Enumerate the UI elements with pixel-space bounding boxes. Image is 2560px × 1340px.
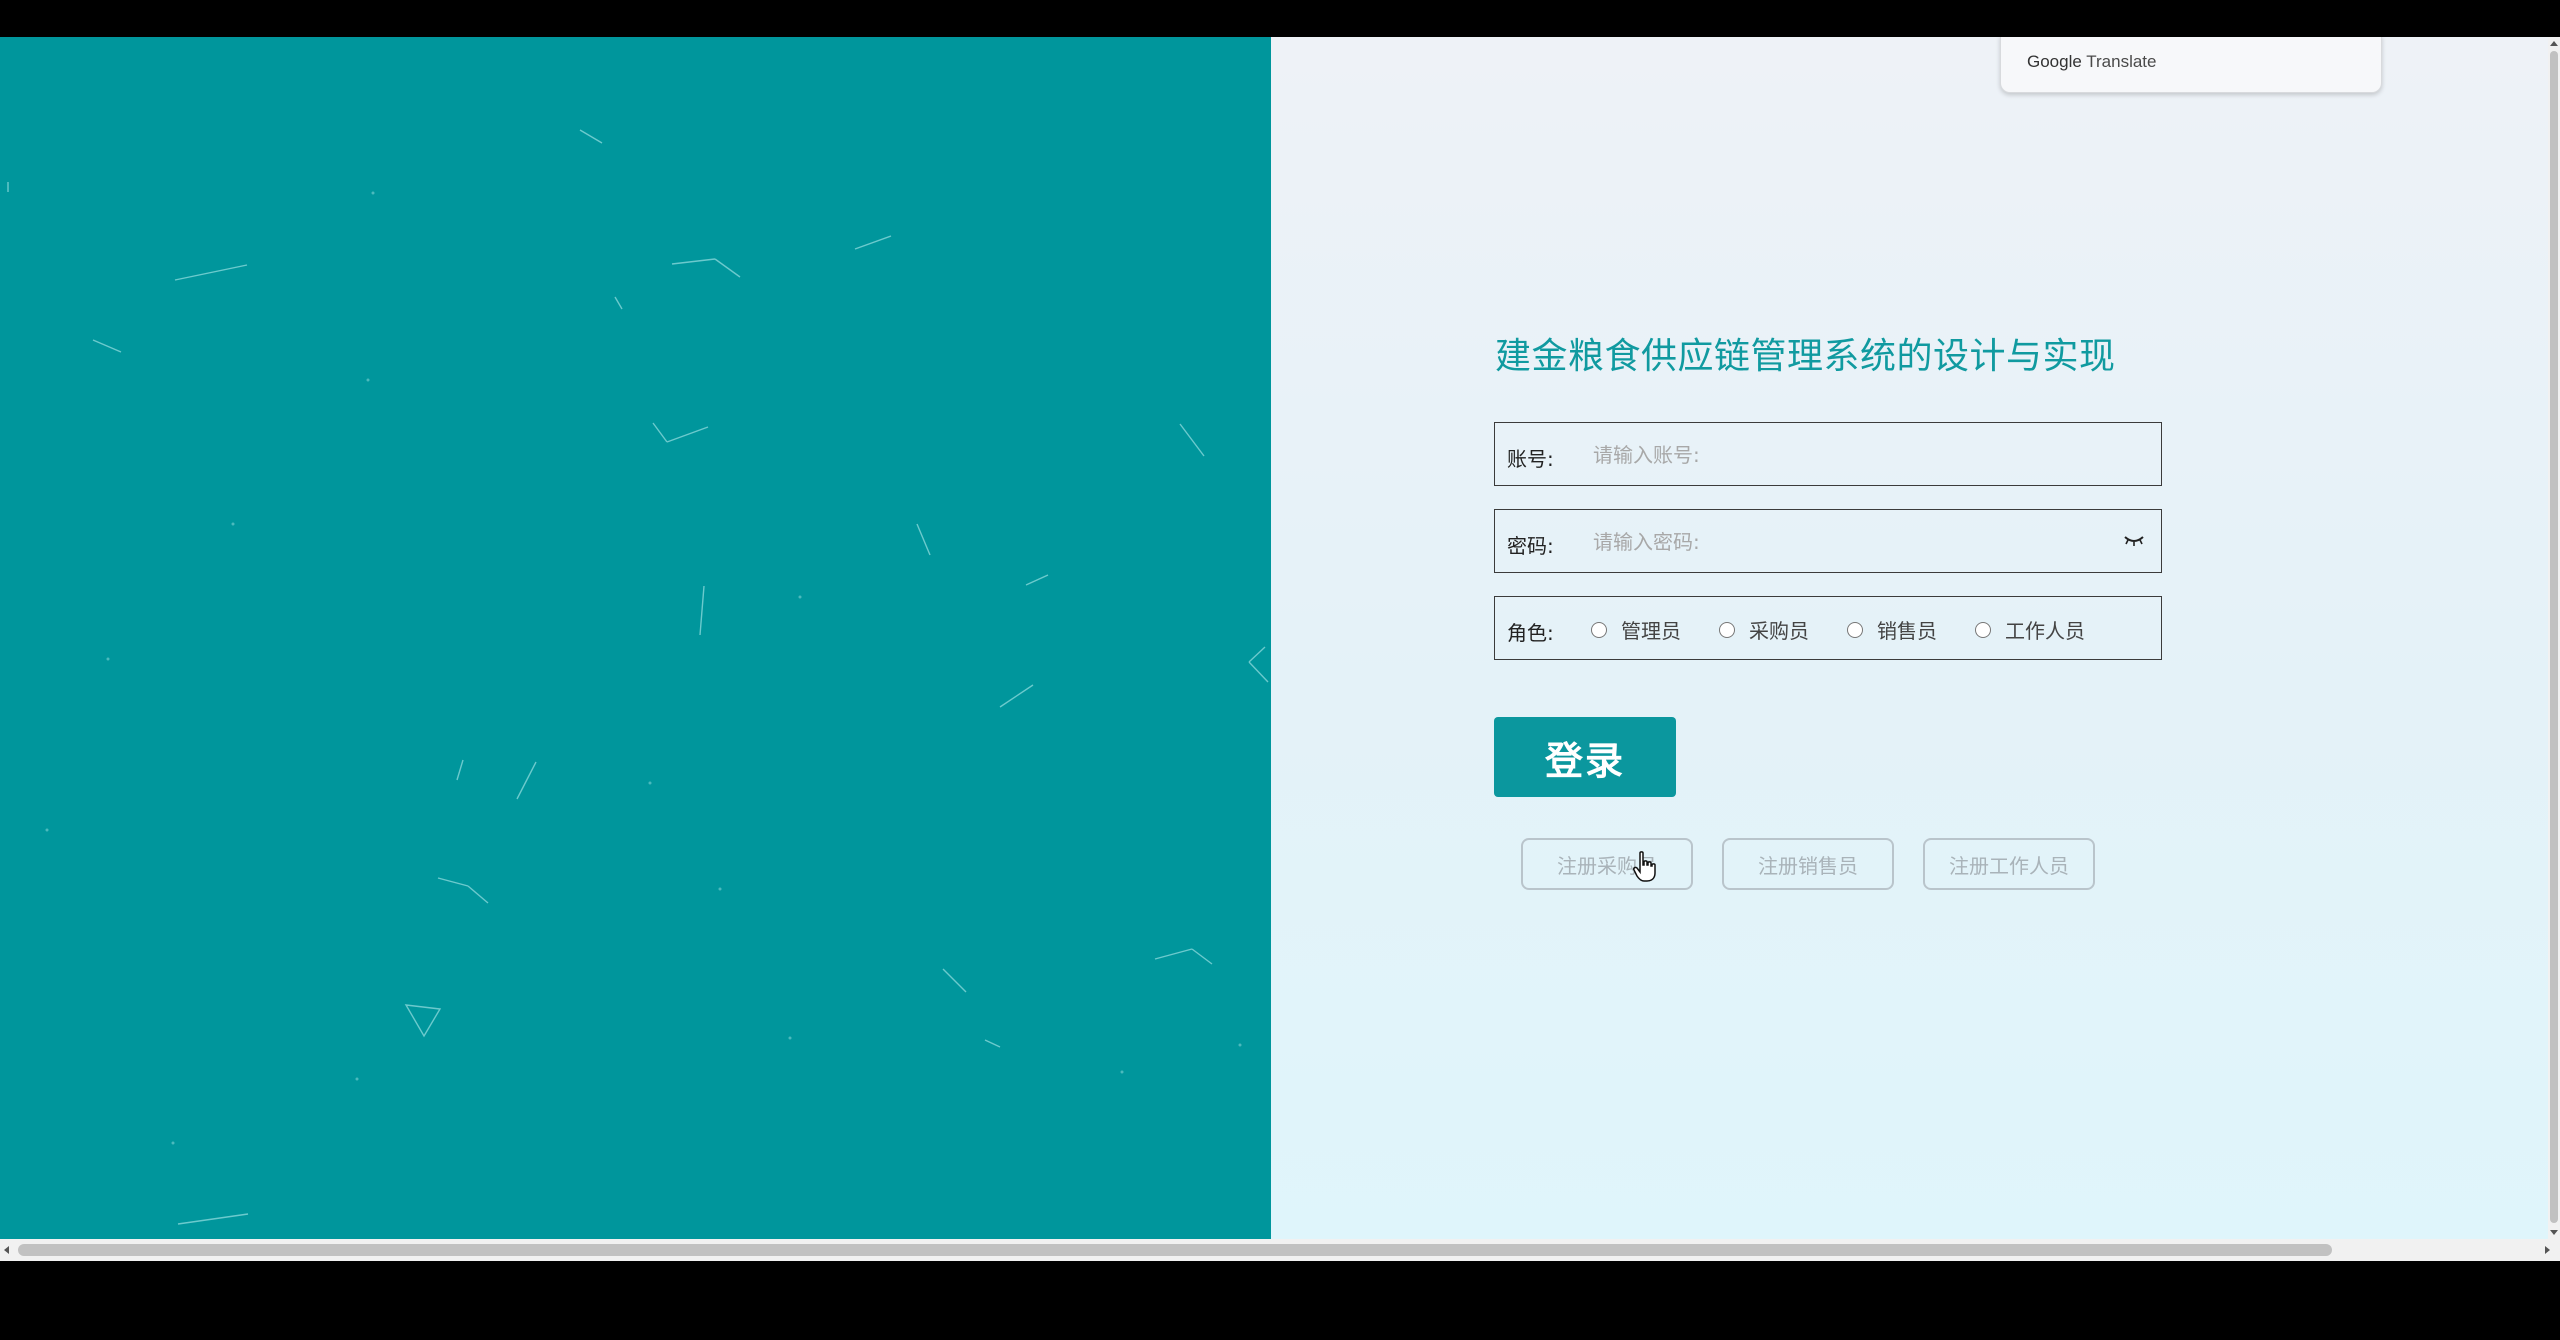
- role-option-purchaser[interactable]: 采购员: [1719, 615, 1809, 644]
- account-input[interactable]: [1591, 433, 2115, 477]
- role-option-label: 销售员: [1877, 619, 1937, 643]
- password-label: 密码:: [1507, 534, 1554, 558]
- role-radio-group: 管理员 采购员 销售员 工作人员: [1591, 615, 2123, 644]
- register-purchaser-button[interactable]: 注册采购员: [1521, 838, 1693, 890]
- role-label: 角色:: [1507, 621, 1554, 645]
- google-translate-label: Translate: [2086, 52, 2157, 71]
- scroll-right-icon[interactable]: [2545, 1246, 2550, 1254]
- scroll-left-icon[interactable]: [4, 1246, 9, 1254]
- register-seller-button[interactable]: 注册销售员: [1722, 838, 1894, 890]
- particle-lines-decoration: [7, 129, 1269, 1225]
- particle-background-panel: [0, 37, 1271, 1239]
- eye-closed-icon[interactable]: [2123, 532, 2145, 546]
- radio-button[interactable]: [1975, 621, 1991, 638]
- horizontal-scrollbar[interactable]: [0, 1239, 2560, 1261]
- horizontal-scroll-thumb[interactable]: [18, 1244, 2332, 1256]
- radio-button[interactable]: [1591, 621, 1607, 638]
- role-option-label: 采购员: [1749, 619, 1809, 643]
- role-option-seller[interactable]: 销售员: [1847, 615, 1937, 644]
- page-title: 建金粮食供应链管理系统的设计与实现: [1495, 336, 2116, 377]
- radio-button[interactable]: [1847, 621, 1863, 638]
- scroll-up-icon[interactable]: [2550, 41, 2558, 46]
- google-translate-popup[interactable]: Google Translate: [2000, 37, 2382, 93]
- role-option-staff[interactable]: 工作人员: [1975, 615, 2085, 644]
- vertical-scrollbar[interactable]: [2548, 37, 2560, 1239]
- account-field: 账号:: [1494, 422, 2162, 486]
- role-option-label: 管理员: [1621, 619, 1681, 643]
- role-option-label: 工作人员: [2005, 619, 2085, 643]
- scroll-down-icon[interactable]: [2550, 1230, 2558, 1235]
- app-window: Google Translate 建金粮食供应链管理系统的设计与实现 账号: 密…: [0, 37, 2560, 1261]
- register-staff-button[interactable]: 注册工作人员: [1923, 838, 2095, 890]
- password-input[interactable]: [1591, 520, 2115, 564]
- password-field: 密码:: [1494, 509, 2162, 573]
- account-label: 账号:: [1507, 447, 1554, 471]
- google-translate-brand: Google: [2027, 52, 2082, 71]
- role-field: 角色: 管理员 采购员 销售员 工作人员: [1494, 596, 2162, 660]
- login-button[interactable]: 登录: [1494, 717, 1676, 797]
- hand-pointer-icon: [1633, 851, 1656, 882]
- radio-button[interactable]: [1719, 621, 1735, 638]
- role-option-admin[interactable]: 管理员: [1591, 615, 1681, 644]
- vertical-scroll-thumb[interactable]: [2550, 51, 2558, 1223]
